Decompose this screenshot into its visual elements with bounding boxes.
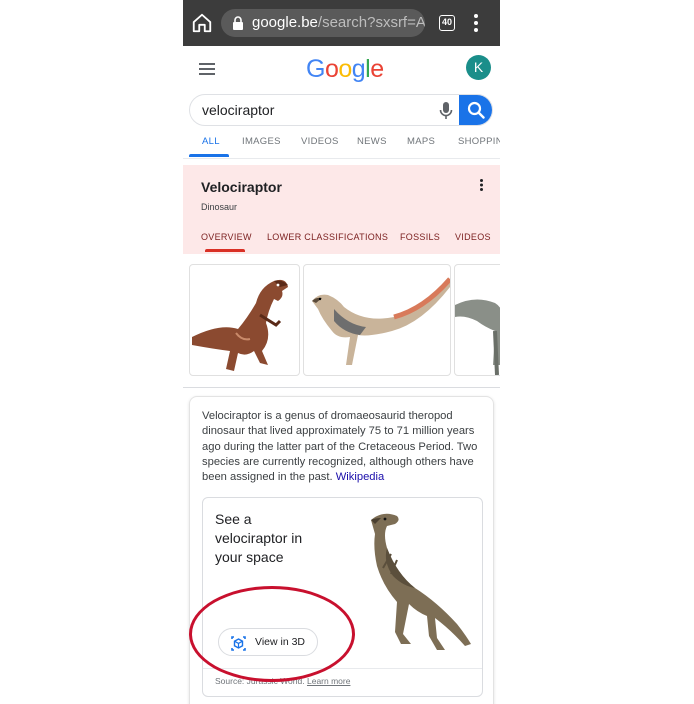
search-icon (467, 101, 485, 119)
hamburger-menu-icon[interactable] (199, 63, 215, 75)
kp-tab-overview[interactable]: OVERVIEW (201, 232, 252, 242)
account-avatar[interactable]: K (466, 55, 491, 80)
tab-all[interactable]: ALL (202, 136, 220, 147)
view-in-3d-label: View in 3D (255, 636, 305, 648)
logo-letter: g (351, 55, 366, 83)
active-tab-indicator (189, 154, 229, 157)
description-text: Velociraptor is a genus of dromaeosaurid… (202, 409, 482, 485)
tab-switcher-button[interactable]: 40 (439, 15, 455, 31)
description-card: Velociraptor is a genus of dromaeosaurid… (189, 396, 494, 704)
3d-card-divider (203, 668, 482, 669)
home-icon[interactable] (191, 12, 213, 34)
lock-icon (233, 16, 243, 30)
entity-subtitle: Dinosaur (201, 202, 238, 212)
google-logo[interactable]: Google (306, 55, 384, 84)
kp-tab-lower-classifications[interactable]: LOWER CLASSIFICATIONS (267, 232, 388, 242)
view-in-3d-card: See a velociraptor in your space View in… (202, 497, 483, 697)
search-input[interactable]: velociraptor (202, 102, 274, 118)
microphone-icon[interactable] (439, 101, 453, 121)
3d-card-title: See a velociraptor in your space (215, 511, 303, 565)
velociraptor-3d-preview (371, 513, 471, 650)
image-carousel (183, 264, 500, 378)
kp-tab-videos[interactable]: VIDEOS (455, 232, 491, 242)
url-path: /search?sxsrf=AL (317, 14, 425, 31)
search-tabs: ALL IMAGES VIDEOS NEWS MAPS SHOPPIN (183, 128, 500, 159)
url-host: google.be (252, 14, 318, 31)
kp-active-tab-indicator (205, 249, 245, 252)
address-bar[interactable]: google.be/search?sxsrf=AL (221, 9, 425, 37)
view-in-3d-button[interactable]: View in 3D (218, 628, 318, 656)
logo-letter: o (324, 55, 339, 83)
browser-menu-icon[interactable] (474, 14, 478, 32)
search-box[interactable]: velociraptor (189, 94, 493, 126)
logo-letter: o (338, 55, 352, 83)
logo-letter: e (370, 55, 384, 83)
learn-more-link[interactable]: Learn more (307, 676, 350, 686)
tab-shopping[interactable]: SHOPPIN (458, 136, 500, 147)
knowledge-panel-header: Velociraptor Dinosaur OVERVIEW LOWER CLA… (183, 165, 500, 254)
logo-letter: G (306, 55, 325, 83)
velociraptor-image-1[interactable] (189, 264, 300, 376)
tab-maps[interactable]: MAPS (407, 136, 435, 147)
tab-videos[interactable]: VIDEOS (301, 136, 339, 147)
tab-images[interactable]: IMAGES (242, 136, 281, 147)
kp-tab-fossils[interactable]: FOSSILS (400, 232, 440, 242)
tab-news[interactable]: NEWS (357, 136, 387, 147)
section-divider (183, 387, 500, 388)
wikipedia-link[interactable]: Wikipedia (336, 471, 385, 483)
phone-screen: google.be/search?sxsrf=AL 40 Google K ve… (183, 0, 500, 704)
source-attribution: Source: Jurassic World. Learn more (215, 676, 350, 686)
3d-cube-icon (231, 636, 246, 651)
search-button[interactable] (459, 95, 492, 125)
entity-title: Velociraptor (201, 179, 282, 195)
velociraptor-image-2[interactable] (303, 264, 451, 376)
browser-toolbar: google.be/search?sxsrf=AL 40 (183, 0, 500, 46)
velociraptor-image-3[interactable] (454, 264, 500, 376)
tab-count: 40 (441, 17, 452, 27)
more-options-icon[interactable] (480, 179, 483, 191)
source-label: Source: Jurassic World. (215, 676, 305, 686)
url-text: google.be/search?sxsrf=AL (252, 14, 425, 31)
